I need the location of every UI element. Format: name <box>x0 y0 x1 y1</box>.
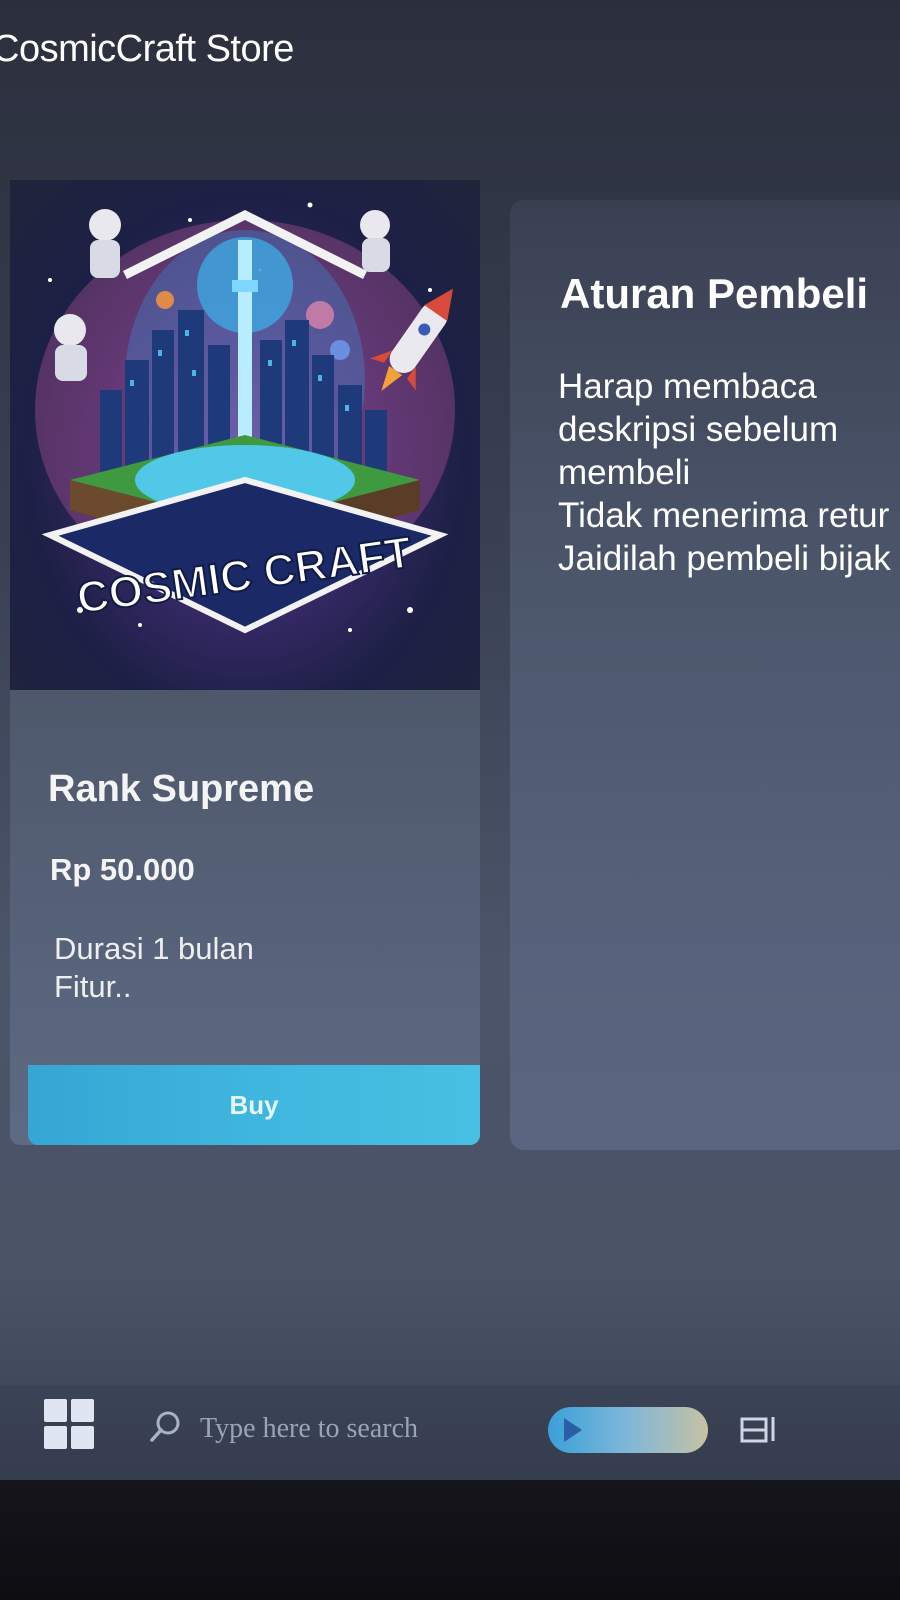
product-description: Durasi 1 bulan Fitur.. <box>54 930 254 1006</box>
windows-start-icon[interactable] <box>44 1399 94 1449</box>
monitor-bezel <box>0 1480 900 1600</box>
rules-line: Jaidilah pembeli bijak <box>558 539 891 578</box>
taskbar-search-box[interactable]: Type here to search <box>142 1395 502 1459</box>
screen: CosmicCraft Store COSMIC CRAFT Rank Supr… <box>0 0 900 1600</box>
cosmic-craft-logo-illustration: COSMIC CRAFT <box>35 202 455 634</box>
rules-text: Harap membaca deskripsi sebelum membeli … <box>558 365 891 580</box>
taskbar: Type here to search <box>0 1385 900 1480</box>
product-image: COSMIC CRAFT <box>10 180 480 690</box>
task-view-icon[interactable] <box>740 1411 780 1451</box>
buy-button[interactable]: Buy <box>28 1065 480 1145</box>
rules-line: deskripsi sebelum <box>558 410 839 449</box>
media-widget-icon[interactable] <box>548 1407 708 1453</box>
rules-line: membeli <box>558 453 691 492</box>
product-name: Rank Supreme <box>48 768 315 810</box>
rules-line: Tidak menerima retur <box>558 496 890 535</box>
product-price: Rp 50.000 <box>50 852 195 887</box>
product-description-line: Fitur.. <box>54 969 132 1004</box>
product-card: COSMIC CRAFT Rank Supreme Rp 50.000 Dura… <box>10 180 480 1145</box>
rules-card: Aturan Pembeli Harap membaca deskripsi s… <box>510 200 900 1150</box>
product-body: Rank Supreme Rp 50.000 Durasi 1 bulan Fi… <box>10 690 480 1145</box>
rules-line: Harap membaca <box>558 367 817 406</box>
magnifier-icon <box>150 1411 180 1442</box>
search-placeholder: Type here to search <box>200 1413 419 1444</box>
rules-title: Aturan Pembeli <box>560 270 869 317</box>
play-icon <box>564 1418 582 1442</box>
product-description-line: Durasi 1 bulan <box>54 931 254 966</box>
site-title[interactable]: CosmicCraft Store <box>0 28 294 71</box>
